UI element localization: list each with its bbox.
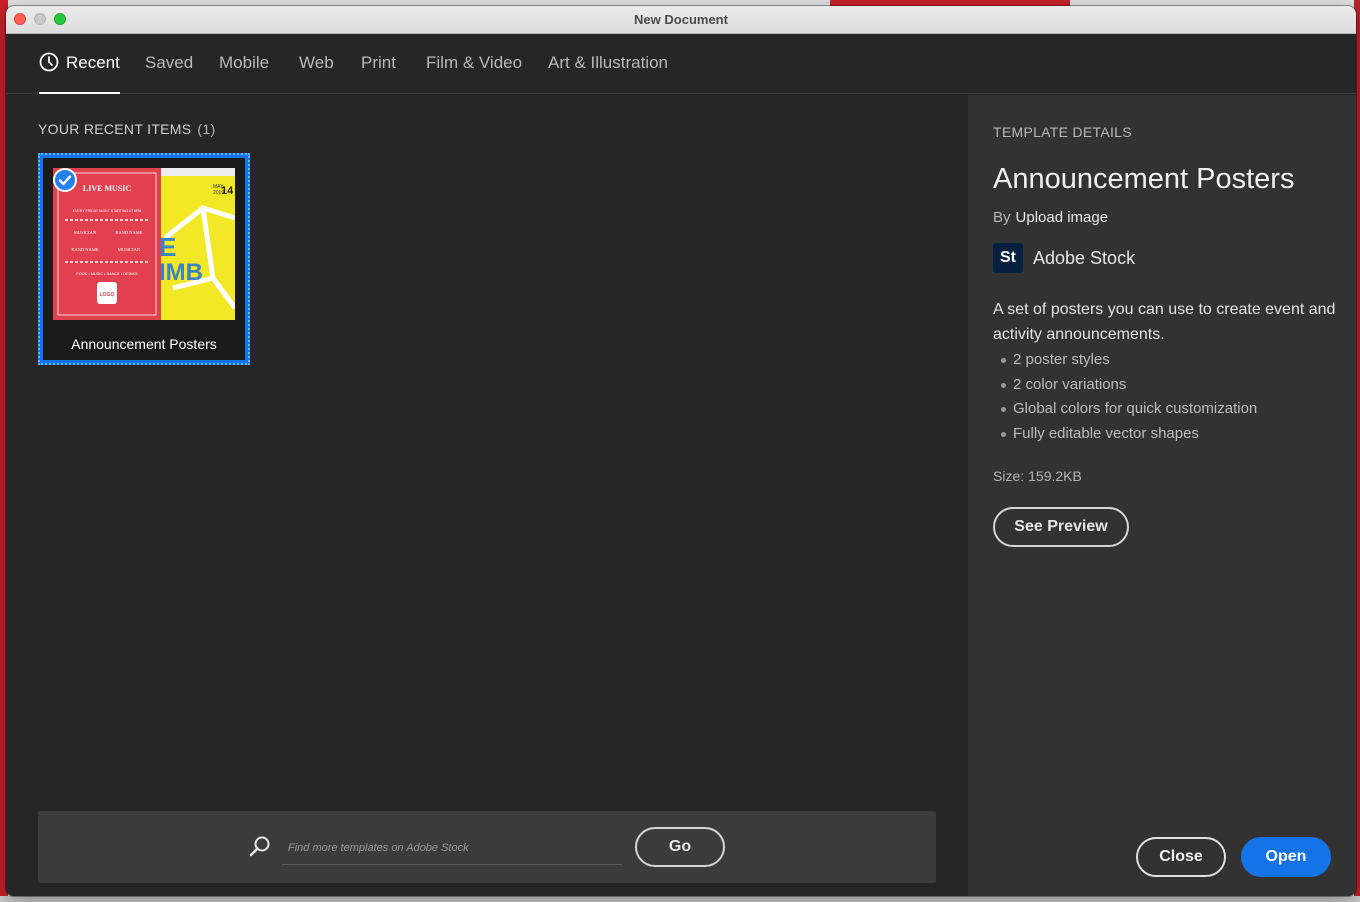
recent-items-pane: YOUR RECENT ITEMS (1) MAY 2019 14 E IMB … <box>6 95 968 896</box>
window-title: New Document <box>634 12 728 27</box>
tab-film-video[interactable]: Film & Video <box>426 34 522 94</box>
feature-item: 2 color variations <box>1001 373 1257 398</box>
open-button[interactable]: Open <box>1241 837 1331 877</box>
template-author-line: By Upload image <box>993 209 1108 226</box>
feature-item: 2 poster styles <box>1001 348 1257 373</box>
red-poster-subtitle: EVERY FRIDAY NIGHT STARTING AT 8PM <box>73 209 142 213</box>
selected-check-icon <box>53 168 77 192</box>
red-poster-logo: LOGO <box>100 292 115 298</box>
close-button[interactable]: Close <box>1136 837 1226 877</box>
template-card-announcement-posters[interactable]: MAY 2019 14 E IMB LIVE MUSIC EVERY FRIDA… <box>38 153 250 365</box>
stock-search-bar: Go <box>38 811 936 883</box>
template-author: Upload image <box>1015 209 1109 226</box>
template-card-label: Announcement Posters <box>71 336 217 352</box>
category-tabs: Recent Saved Mobile Web Print Film & Vid… <box>6 34 1356 94</box>
recent-items-heading: YOUR RECENT ITEMS (1) <box>38 121 215 137</box>
red-poster-band-2: BAND NAME <box>71 247 98 252</box>
template-size: Size: 159.2KB <box>993 468 1082 484</box>
template-description: A set of posters you can use to create e… <box>993 301 1336 343</box>
yellow-poster-big-text-2: IMB <box>159 259 203 286</box>
recent-items-count: (1) <box>197 121 216 137</box>
size-label: Size: <box>993 468 1025 484</box>
adobe-stock-logo-icon: St <box>993 243 1023 273</box>
recent-items-heading-label: YOUR RECENT ITEMS <box>38 121 192 137</box>
template-thumbnail: MAY 2019 14 E IMB LIVE MUSIC EVERY FRIDA… <box>53 168 235 320</box>
tab-art-illustration[interactable]: Art & Illustration <box>548 34 668 94</box>
yellow-poster-big-text-1: E <box>159 232 176 262</box>
tab-web[interactable]: Web <box>299 34 334 94</box>
clock-icon <box>39 52 59 71</box>
new-document-dialog: New Document Recent Saved Mobile Web Pri… <box>6 6 1356 896</box>
red-poster-footer: FOOD • MUSIC • DANCE • DRINKS <box>76 272 138 276</box>
template-details-heading: TEMPLATE DETAILS <box>993 124 1132 140</box>
go-button[interactable]: Go <box>635 827 725 867</box>
red-poster-band-1: BAND NAME <box>115 230 142 235</box>
tab-recent-label: Recent <box>66 53 120 72</box>
tab-print[interactable]: Print <box>361 34 396 94</box>
search-icon <box>249 836 270 857</box>
size-value: 159.2KB <box>1028 468 1082 484</box>
feature-item: Fully editable vector shapes <box>1001 422 1257 447</box>
yellow-poster-day: 14 <box>221 185 234 197</box>
tab-recent[interactable]: Recent <box>39 34 120 94</box>
template-details-pane: TEMPLATE DETAILS Announcement Posters By… <box>968 95 1356 896</box>
see-preview-button[interactable]: See Preview <box>993 507 1129 547</box>
tab-saved[interactable]: Saved <box>145 34 193 94</box>
template-name: Announcement Posters <box>993 163 1295 195</box>
red-poster-musician-2: MUSICIAN <box>118 247 141 252</box>
stock-search-input[interactable] <box>282 831 622 865</box>
tab-mobile[interactable]: Mobile <box>219 34 269 94</box>
desktop-background-bottom <box>0 896 1360 902</box>
poster-thumbnail-image: MAY 2019 14 E IMB LIVE MUSIC EVERY FRIDA… <box>53 168 235 320</box>
title-bar[interactable]: New Document <box>6 6 1356 34</box>
red-poster-header: LIVE MUSIC <box>83 184 131 193</box>
by-label: By <box>993 209 1011 226</box>
template-source: Adobe Stock <box>1033 248 1136 268</box>
template-features-list: 2 poster styles 2 color variations Globa… <box>1001 348 1257 446</box>
feature-item: Global colors for quick customization <box>1001 397 1257 422</box>
template-card-body: MAY 2019 14 E IMB LIVE MUSIC EVERY FRIDA… <box>43 158 245 360</box>
red-poster-musician-1: MUSICIAN <box>74 230 97 235</box>
